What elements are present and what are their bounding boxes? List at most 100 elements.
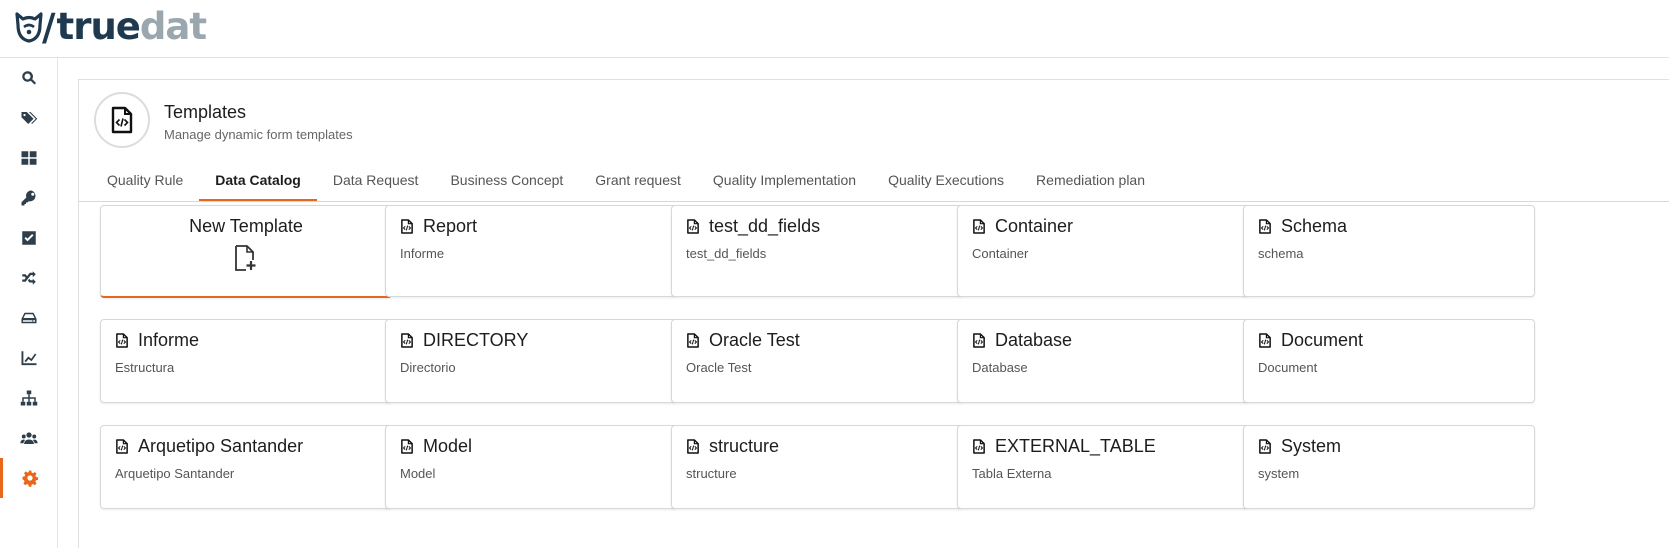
template-card-system[interactable]: System system	[1243, 425, 1535, 509]
template-card-document[interactable]: Document Document	[1243, 319, 1535, 403]
template-scope-tabs: Quality Rule Data Catalog Data Request B…	[91, 165, 1161, 201]
truedat-logo[interactable]: / truedat	[14, 5, 208, 49]
file-code-icon	[401, 439, 413, 454]
template-card-test-dd-fields[interactable]: test_dd_fields test_dd_fields	[671, 205, 963, 297]
template-card-structure[interactable]: structure structure	[671, 425, 963, 509]
sitemap-icon	[20, 390, 37, 406]
sidebar-item-structures[interactable]	[0, 298, 57, 338]
file-code-icon	[111, 106, 133, 134]
template-card-title: Model	[400, 436, 472, 457]
file-code-icon	[973, 333, 985, 348]
tabs-divider	[79, 201, 1669, 202]
template-card-title: System	[1258, 436, 1341, 457]
template-card-directory[interactable]: DIRECTORY Directorio	[385, 319, 677, 403]
template-label: Database	[972, 360, 1028, 375]
tab-grant-request[interactable]: Grant request	[579, 165, 697, 201]
template-name: Informe	[138, 330, 200, 350]
template-name: Container	[995, 216, 1074, 236]
template-label: test_dd_fields	[686, 246, 767, 261]
template-name: Arquetipo Santander	[138, 436, 304, 456]
file-code-icon	[1259, 333, 1271, 348]
template-card-container[interactable]: Container Container	[957, 205, 1249, 297]
template-name: Document	[1281, 330, 1364, 350]
template-card-title: DIRECTORY	[400, 330, 528, 351]
sidebar-item-lineage[interactable]	[0, 258, 57, 298]
tab-business-concept[interactable]: Business Concept	[434, 165, 579, 201]
sidebar-item-hierarchy[interactable]	[0, 378, 57, 418]
owl-logo-icon	[15, 12, 43, 43]
template-label: Tabla Externa	[972, 466, 1052, 481]
template-card-informe[interactable]: Informe Estructura	[100, 319, 392, 403]
template-card-title: test_dd_fields	[686, 216, 820, 237]
shuffle-icon	[21, 271, 36, 285]
file-code-icon	[687, 439, 699, 454]
tab-remediation-plan[interactable]: Remediation plan	[1020, 165, 1161, 201]
hard-drive-icon	[21, 312, 36, 324]
template-name: Model	[423, 436, 473, 456]
template-label: Directorio	[400, 360, 456, 375]
template-label: Informe	[400, 246, 445, 261]
template-label: structure	[686, 466, 737, 481]
file-code-icon	[116, 439, 128, 454]
logo-wordmark: truedat	[56, 5, 208, 48]
template-card-title: Report	[400, 216, 477, 237]
template-name: structure	[709, 436, 780, 456]
template-card-title: structure	[686, 436, 779, 457]
file-code-icon	[973, 219, 985, 234]
new-template-card[interactable]: New Template	[100, 205, 392, 298]
template-name: EXTERNAL_TABLE	[995, 436, 1156, 456]
page-title: Templates	[164, 102, 247, 122]
template-card-external-table[interactable]: EXTERNAL_TABLE Tabla Externa	[957, 425, 1249, 509]
page-header-icon	[94, 92, 150, 148]
file-code-icon	[1259, 219, 1271, 234]
template-card-schema[interactable]: Schema schema	[1243, 205, 1535, 297]
file-code-icon	[687, 219, 699, 234]
sidebar-item-analytics[interactable]	[0, 338, 57, 378]
template-name: DIRECTORY	[423, 330, 529, 350]
file-code-icon	[401, 333, 413, 348]
key-icon	[21, 190, 36, 206]
template-label: Document	[1258, 360, 1318, 375]
sidebar-item-users[interactable]	[0, 418, 57, 458]
tab-quality-executions[interactable]: Quality Executions	[872, 165, 1020, 201]
dashboard-icon	[21, 151, 36, 165]
template-card-arquetipo-santander[interactable]: Arquetipo Santander Arquetipo Santander	[100, 425, 392, 509]
tab-quality-implementation[interactable]: Quality Implementation	[697, 165, 872, 201]
sidebar-item-tags[interactable]	[0, 98, 57, 138]
sidebar-item-search[interactable]	[0, 58, 57, 98]
template-card-title: Container	[972, 216, 1073, 237]
template-name: Report	[423, 216, 478, 236]
template-label: Arquetipo Santander	[115, 466, 235, 481]
sidebar-item-keys[interactable]	[0, 178, 57, 218]
template-card-title: Document	[1258, 330, 1363, 351]
top-bar: / truedat	[0, 0, 1669, 58]
template-name: Oracle Test	[709, 330, 800, 350]
template-card-title: Database	[972, 330, 1072, 351]
template-card-model[interactable]: Model Model	[385, 425, 677, 509]
sidebar-item-dashboard[interactable]	[0, 138, 57, 178]
template-card-title: Informe	[115, 330, 199, 351]
template-card-title: Oracle Test	[686, 330, 800, 351]
template-label: schema	[1258, 246, 1304, 261]
file-code-icon	[687, 333, 699, 348]
template-label: Model	[400, 466, 436, 481]
tab-data-request[interactable]: Data Request	[317, 165, 435, 201]
template-card-database[interactable]: Database Database	[957, 319, 1249, 403]
gear-icon	[22, 470, 39, 487]
file-add-icon	[235, 245, 256, 271]
users-icon	[19, 432, 38, 444]
template-label: Oracle Test	[686, 360, 752, 375]
template-label: Container	[972, 246, 1029, 261]
new-template-label: New Template	[189, 216, 303, 236]
check-square-icon	[21, 231, 36, 245]
search-icon	[21, 71, 36, 85]
file-code-icon	[401, 219, 413, 234]
sidebar-item-quality[interactable]	[0, 218, 57, 258]
sidebar-item-settings[interactable]	[0, 458, 57, 498]
template-card-report[interactable]: Report Informe	[385, 205, 677, 297]
logo-slash: /	[42, 5, 56, 49]
template-card-oracle-test[interactable]: Oracle Test Oracle Test	[671, 319, 963, 403]
tab-data-catalog[interactable]: Data Catalog	[199, 165, 317, 201]
tab-quality-rule[interactable]: Quality Rule	[91, 165, 199, 201]
template-name: Database	[995, 330, 1073, 350]
